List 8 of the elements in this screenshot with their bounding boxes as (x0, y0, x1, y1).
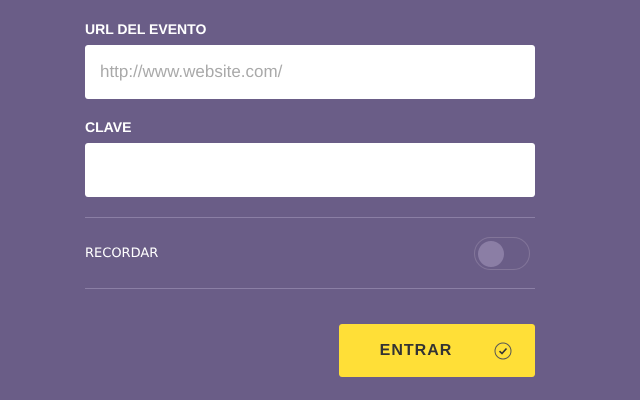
input-field[interactable] (85, 143, 535, 197)
field-label: URL DEL EVENTO (85, 21, 208, 37)
input-field[interactable]: http://www.website.com/ (85, 45, 535, 99)
check-icon (494, 342, 512, 360)
submit-button[interactable]: ENTRAR (339, 324, 535, 377)
field-label: CLAVE (85, 119, 132, 135)
toggle-label: RECORDAR (85, 246, 158, 260)
toggle-switch[interactable] (474, 236, 530, 270)
